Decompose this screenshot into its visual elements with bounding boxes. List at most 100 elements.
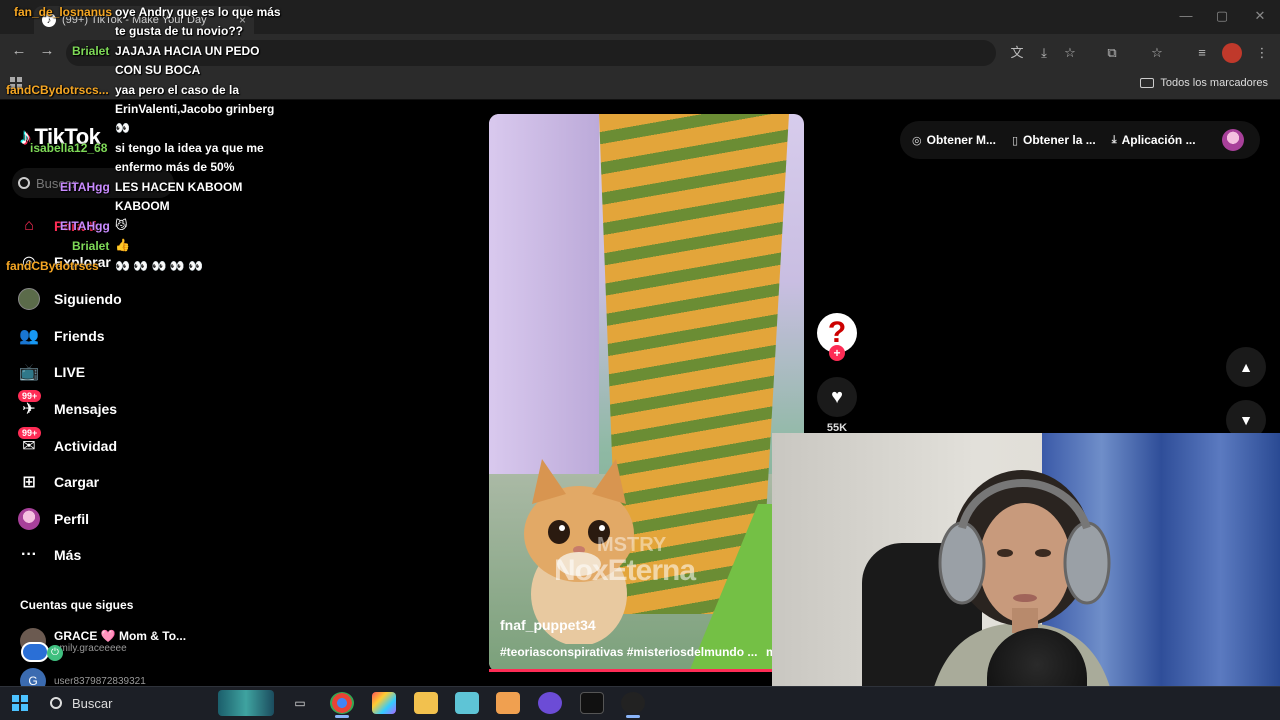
video-player[interactable]: MSTRY NoxEterna [489,114,804,672]
desktop-app-button[interactable]: ⤓ Aplicación ... [1112,133,1196,147]
chat-message: 👍 [115,238,130,252]
file-explorer-icon[interactable] [414,692,438,714]
chat-message: si tengo la idea ya que me enfermo más de… [115,141,264,174]
active-indicator [335,715,349,718]
nav-label: Cargar [54,474,100,490]
search-icon [50,697,62,709]
account-handle: user8379872839321 [54,675,146,687]
nav-label: Siguiendo [54,291,122,307]
home-icon: ⌂ [24,217,34,234]
account-handle: emily.graceeeee [54,642,127,654]
profile-avatar-button[interactable] [1222,129,1244,151]
media-control-icon[interactable]: ≡ [1192,43,1212,63]
search-icon [18,177,30,189]
nav-label: LIVE [54,364,86,380]
tiktok-note-icon: ♪ [20,124,31,149]
chrome-icon[interactable] [330,692,354,714]
bookmark-star-icon[interactable]: ☆ [1060,43,1080,63]
previous-video-chevron-up-icon[interactable]: ▲ [1226,347,1266,387]
pill-label: Obtener la ... [1023,133,1096,147]
chat-message: 😼 [115,218,128,232]
get-app-button[interactable]: ▯ Obtener la ... [1012,133,1096,147]
discord-icon[interactable] [538,692,562,714]
download-icon: ⤓ [1111,133,1117,146]
nav-cargar[interactable]: ⊞ Cargar [18,467,99,497]
app-icon[interactable] [455,692,479,714]
video-progress-bar[interactable] [489,669,804,672]
chat-message: 👀 👀 👀 👀 👀 [115,259,204,273]
taskbar-search-label: Buscar [72,695,113,711]
like-heart-icon[interactable]: ♥ [817,377,857,417]
search-highlight-image[interactable] [218,690,274,716]
get-coins-button[interactable]: ◎ Obtener M... [912,133,996,147]
maximize-button[interactable]: ▢ [1212,8,1232,24]
chat-username: fandCBydotrscs... [6,83,109,97]
chat-message: yaa pero el caso de la ErinValenti,Jacobo… [115,83,275,135]
pill-label: Obtener M... [926,133,996,147]
translate-icon[interactable]: 文 [1007,43,1027,63]
nav-siguiendo[interactable]: Siguiendo [18,284,122,314]
power-icon[interactable]: ⏻ [47,645,63,661]
profile-avatar-icon[interactable] [1222,43,1242,63]
chat-username: Brialet [72,239,110,253]
nav-actividad[interactable]: ✉ 99+ Actividad [18,427,118,461]
chat-message: oye Andry que es lo que más te gusta de t… [115,5,281,38]
nav-live[interactable]: 📺 LIVE [18,357,85,387]
back-arrow-icon[interactable]: ← [8,42,30,59]
top-actions-bar: ◎ Obtener M... ▯ Obtener la ... ⤓ Aplicació… [900,121,1260,159]
video-hashtags[interactable]: #teoriasconspirativas #misteriosdelmundo… [500,645,757,659]
chat-username: EITAHgg [60,219,110,233]
task-view-icon[interactable]: ▭ [288,692,312,714]
phone-icon: ▯ [1011,134,1019,147]
install-app-icon[interactable]: ⤓ [1034,43,1054,63]
upload-icon: ⊞ [22,474,36,491]
copilot-icon[interactable] [372,692,396,714]
nav-label: Mensajes [54,401,118,417]
all-bookmarks-button[interactable]: Todos los marcadores [1140,77,1268,89]
nav-friends[interactable]: 👥 Friends [18,321,105,351]
chat-message: JAJAJA HACIA UN PEDO CON SU BOCA [115,44,260,77]
nav-label: Actividad [54,438,118,454]
pill-label: Aplicación ... [1121,133,1196,147]
screen-share-toggle[interactable] [21,642,49,662]
nav-label: Perfil [54,511,90,527]
nav-label: Más [54,547,82,563]
following-avatar [18,288,40,310]
capcut-icon[interactable] [580,692,604,714]
media-app-icon[interactable] [496,692,520,714]
coin-icon: ◎ [912,134,922,147]
webcam-overlay [772,433,1280,720]
chat-username: Brialet [72,44,110,58]
nav-label: Friends [54,328,105,344]
activity-icon: ✉ 99+ [18,427,42,457]
chat-username: fandCBydotrscs [6,259,99,273]
obs-icon[interactable] [621,692,645,714]
windows-start-icon[interactable] [12,695,28,711]
forward-arrow-icon[interactable]: → [36,42,58,59]
chat-message: LES HACEN KABOOM KABOOM [115,180,243,213]
video-username[interactable]: fnaf_puppet34 [500,617,596,633]
video-watermark: NoxEterna [554,554,696,587]
messages-badge: 99+ [18,390,42,402]
chat-username: EITAHgg [60,180,110,194]
nav-mensajes[interactable]: ✈ 99+ Mensajes [18,390,118,424]
live-icon: 📺 [19,364,39,381]
chat-username: fan_de_losnanus [14,5,113,19]
folder-icon [1140,78,1155,88]
extensions-icon[interactable]: ⧉ [1102,43,1122,63]
friends-icon: 👥 [19,328,39,345]
nav-mas[interactable]: ··· Más [18,540,81,570]
nav-perfil[interactable]: Perfil [18,504,89,534]
following-section-title: Cuentas que sigues [20,598,134,612]
chat-username: isabella12_68 [30,141,108,155]
messages-icon: ✈ 99+ [18,390,42,420]
minimize-button[interactable]: — [1176,8,1196,23]
menu-kebab-icon[interactable]: ⋮ [1252,43,1272,63]
account-name: GRACE 🩷 Mom & To... [54,628,187,643]
close-window-button[interactable]: ✕ [1250,8,1270,24]
follow-plus-button[interactable]: + [829,345,845,361]
all-bookmarks-label: Todos los marcadores [1160,77,1268,89]
more-icon: ··· [21,546,37,563]
activity-badge: 99+ [18,427,42,439]
bookmarks-star-icon[interactable]: ☆ [1147,43,1167,63]
